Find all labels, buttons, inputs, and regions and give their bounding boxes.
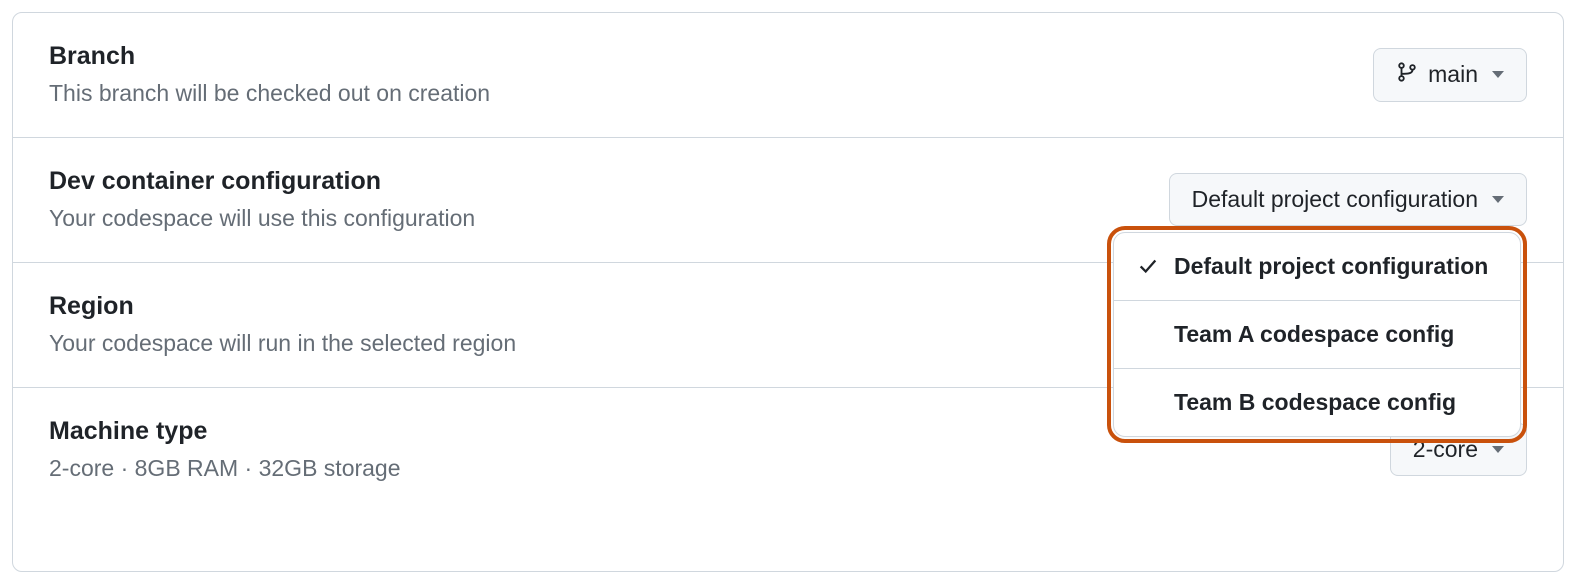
row-region-text: Region Your codespace will run in the se… (49, 291, 516, 359)
caret-down-icon (1492, 71, 1504, 78)
machine-type-title: Machine type (49, 416, 401, 446)
caret-down-icon (1492, 446, 1504, 453)
dev-container-selector-label: Default project configuration (1192, 186, 1478, 213)
region-title: Region (49, 291, 516, 321)
row-branch: Branch This branch will be checked out o… (13, 13, 1563, 138)
branch-selector-label: main (1428, 61, 1478, 88)
dropdown-item-label: Default project configuration (1174, 253, 1488, 280)
dropdown-item-label: Team A codespace config (1174, 321, 1454, 348)
dropdown-item-label: Team B codespace config (1174, 389, 1456, 416)
dev-container-selector-button[interactable]: Default project configuration (1169, 173, 1527, 226)
row-machine-type-text: Machine type 2-core · 8GB RAM · 32GB sto… (49, 416, 401, 484)
git-branch-icon (1396, 61, 1418, 89)
row-dev-container-text: Dev container configuration Your codespa… (49, 166, 475, 234)
dev-container-dropdown-menu: Default project configuration Team A cod… (1113, 232, 1521, 437)
codespace-create-options-panel: Branch This branch will be checked out o… (12, 12, 1564, 572)
check-icon (1136, 255, 1160, 277)
machine-type-subtitle: 2-core · 8GB RAM · 32GB storage (49, 454, 401, 484)
branch-title: Branch (49, 41, 490, 71)
dev-container-dropdown-wrap: Default project configuration Team A cod… (1107, 226, 1527, 443)
branch-selector-button[interactable]: main (1373, 48, 1527, 102)
dropdown-item-default-config[interactable]: Default project configuration (1114, 233, 1520, 301)
row-branch-text: Branch This branch will be checked out o… (49, 41, 490, 109)
row-dev-container: Dev container configuration Your codespa… (13, 138, 1563, 263)
dev-container-title: Dev container configuration (49, 166, 475, 196)
dropdown-item-team-a-config[interactable]: Team A codespace config (1114, 301, 1520, 369)
region-subtitle: Your codespace will run in the selected … (49, 329, 516, 359)
annotation-highlight-box: Default project configuration Team A cod… (1107, 226, 1527, 443)
caret-down-icon (1492, 196, 1504, 203)
dropdown-item-team-b-config[interactable]: Team B codespace config (1114, 369, 1520, 436)
dev-container-subtitle: Your codespace will use this configurati… (49, 204, 475, 234)
branch-subtitle: This branch will be checked out on creat… (49, 79, 490, 109)
